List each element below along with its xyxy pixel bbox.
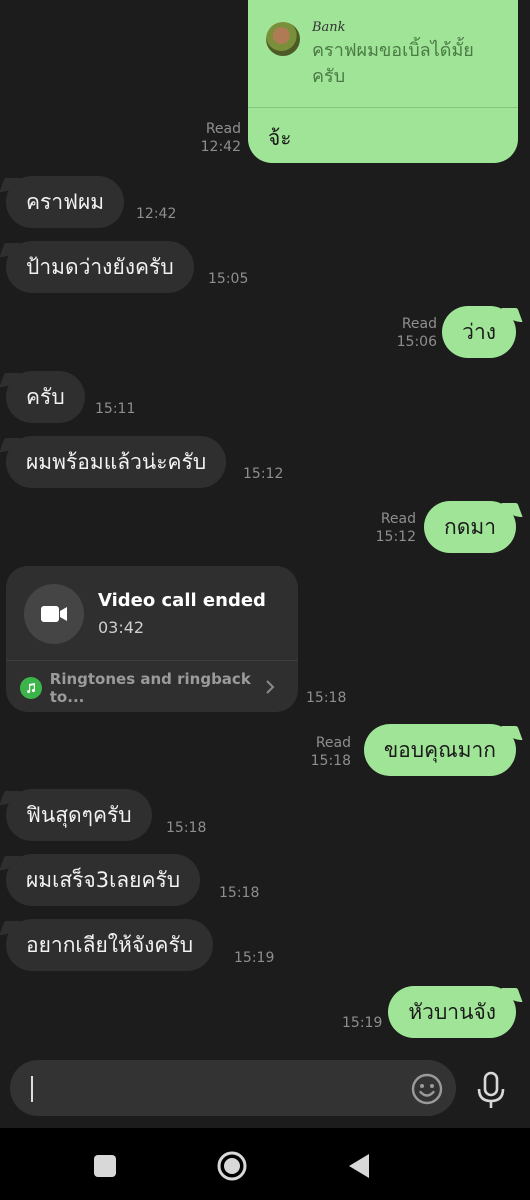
message-time: 15:05 (208, 271, 249, 287)
message-text: ครับ (26, 385, 65, 409)
message-text: ฟินสุดๆครับ (26, 803, 132, 827)
microphone-icon[interactable] (474, 1070, 508, 1110)
message-time: 15:19 (342, 1015, 383, 1031)
outgoing-message[interactable]: ขอบคุณมาก (363, 724, 516, 776)
reply-read-status: Read 12:42 (190, 120, 241, 156)
message-time: 12:42 (136, 206, 177, 222)
message-time: 15:12 (375, 529, 416, 545)
chevron-right-icon (266, 680, 275, 694)
message-text: ผมเสร็จ3เลยครับ (26, 868, 181, 892)
home-icon[interactable] (212, 1146, 252, 1186)
outgoing-message[interactable]: ว่าง (442, 306, 516, 358)
video-call-icon-wrap (24, 584, 84, 644)
message-input-bar (0, 1050, 530, 1128)
message-time: 15:18 (310, 753, 351, 769)
message-time: 15:06 (396, 334, 437, 350)
quoted-avatar (266, 22, 300, 56)
message-text: อยากเลียให้จังครับ (26, 933, 194, 957)
chat-area[interactable]: Bank คราฟผมขอเบิ้ลได้มั้ยครับ จ้ะ Read 1… (0, 0, 530, 1050)
ringtones-link-text: Ringtones and ringback to... (49, 670, 251, 706)
incoming-message[interactable]: ผมเสร็จ3เลยครับ (6, 854, 201, 906)
back-icon[interactable] (340, 1146, 380, 1186)
call-title: Video call ended (98, 590, 266, 611)
incoming-message[interactable]: ผมพร้อมแล้วน่ะครับ (6, 436, 227, 488)
quoted-sender-name: Bank (312, 20, 346, 35)
message-time: 15:12 (243, 466, 284, 482)
message-time: 15:11 (95, 401, 136, 417)
quoted-message-text: คราฟผมขอเบิ้ลได้มั้ยครับ (312, 40, 474, 87)
incoming-message[interactable]: ครับ (6, 371, 85, 423)
message-text: กดมา (444, 515, 496, 539)
message-text: ว่าง (462, 320, 496, 344)
message-read-status: Read 15:06 (390, 315, 437, 351)
message-text: คราฟผม (26, 190, 105, 214)
call-time: 15:18 (306, 690, 347, 706)
emoji-icon[interactable] (410, 1072, 444, 1106)
message-input[interactable] (10, 1060, 456, 1116)
video-camera-icon (41, 606, 67, 622)
reply-message-card[interactable]: Bank คราฟผมขอเบิ้ลได้มั้ยครับ จ้ะ (248, 0, 518, 163)
incoming-message[interactable]: ฟินสุดๆครับ (6, 789, 152, 841)
ringtones-link[interactable]: Ringtones and ringback to... (20, 670, 288, 706)
incoming-message[interactable]: ป้ามดว่างยังครับ (6, 241, 194, 293)
message-read-status: Read 15:18 (305, 734, 351, 770)
reply-message-text: จ้ะ (268, 126, 292, 150)
system-nav-bar (0, 1128, 530, 1200)
video-call-card[interactable]: Video call ended 03:42 Ringtones and rin… (6, 566, 298, 712)
call-divider (6, 660, 298, 661)
message-read-status: Read 15:12 (370, 510, 416, 546)
reply-divider (248, 107, 518, 108)
outgoing-message[interactable]: หัวบานจัง (388, 986, 516, 1038)
message-time: 15:19 (234, 950, 275, 966)
message-time: 15:18 (166, 820, 207, 836)
message-text: ขอบคุณมาก (383, 738, 496, 762)
message-text: ป้ามดว่างยังครับ (26, 255, 174, 279)
recent-apps-icon[interactable] (85, 1146, 125, 1186)
incoming-message[interactable]: คราฟผม (6, 176, 125, 228)
music-note-icon (20, 677, 42, 699)
message-text: หัวบานจัง (408, 1000, 496, 1024)
incoming-message[interactable]: อยากเลียให้จังครับ (6, 919, 214, 971)
message-time: 15:18 (219, 885, 260, 901)
call-duration: 03:42 (98, 618, 145, 637)
text-caret (31, 1076, 33, 1102)
outgoing-message[interactable]: กดมา (424, 501, 516, 553)
message-text: ผมพร้อมแล้วน่ะครับ (26, 450, 207, 474)
reply-time: 12:42 (200, 139, 241, 155)
